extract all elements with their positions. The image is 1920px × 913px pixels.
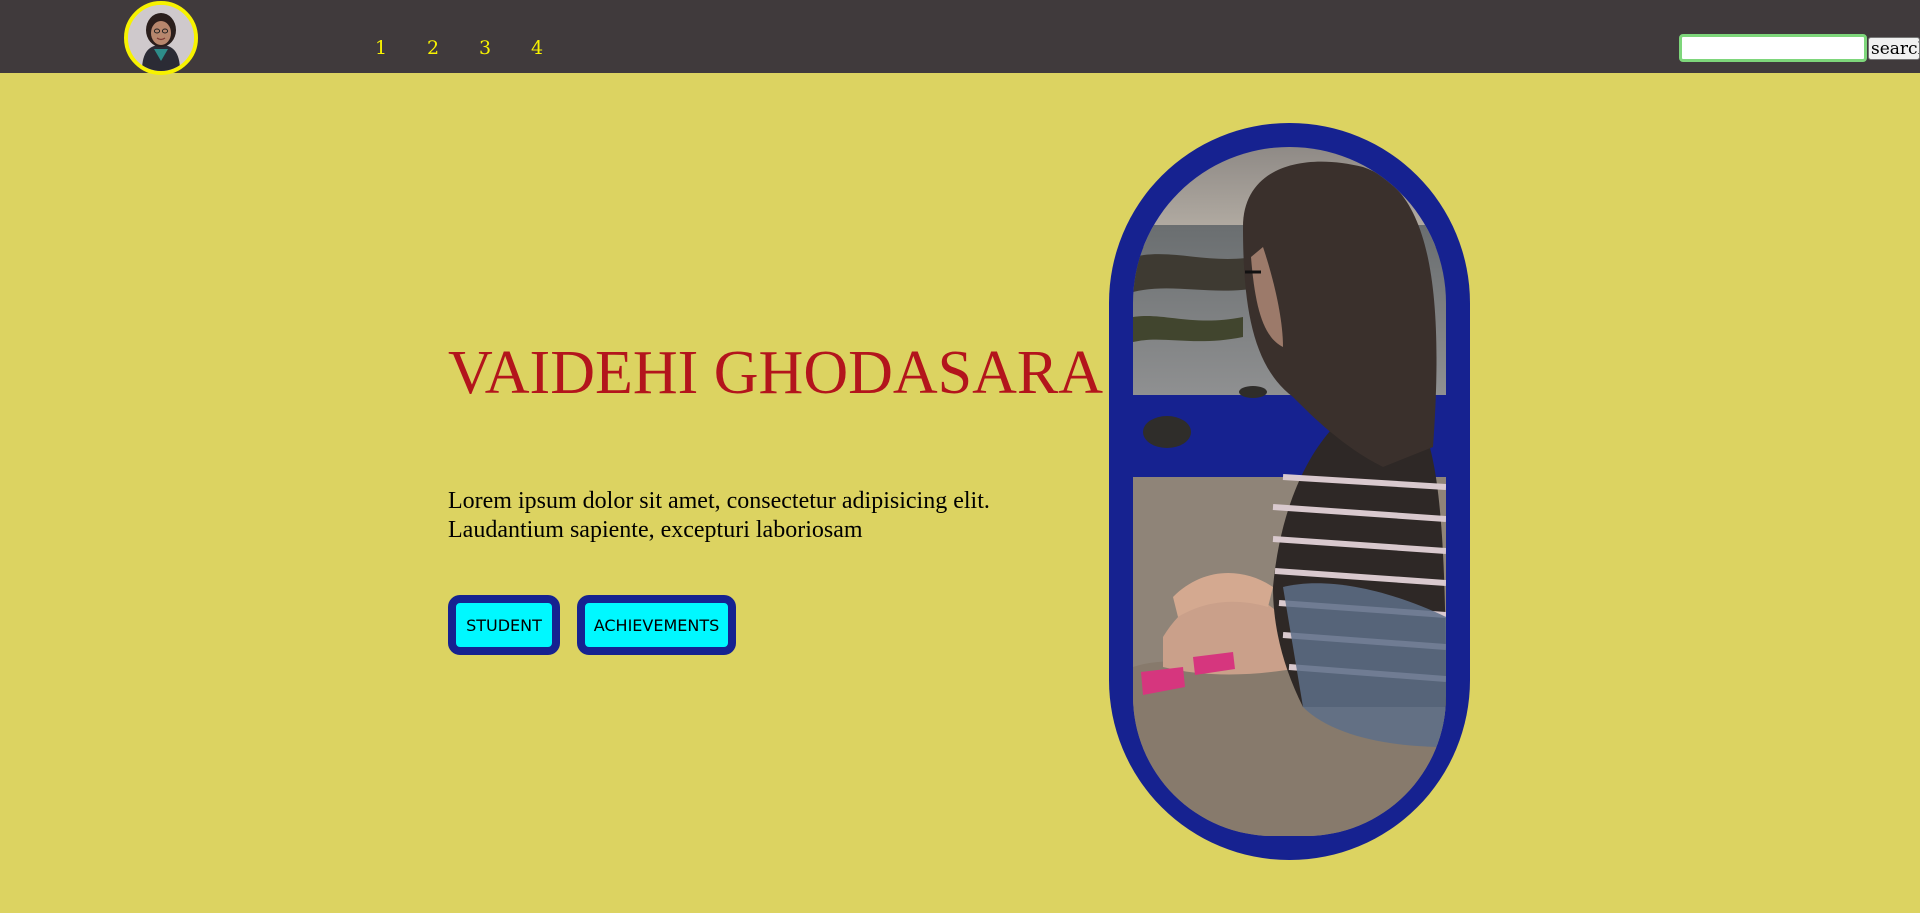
hero-title: VAIDEHI GHODASARA: [448, 339, 1104, 407]
student-button[interactable]: STUDENT: [448, 595, 560, 655]
achievements-button[interactable]: ACHIEVEMENTS: [577, 595, 736, 655]
nav-link-4[interactable]: 4: [511, 37, 563, 59]
navbar: 1 2 3 4 search: [0, 0, 1920, 75]
photo-image: [1133, 147, 1446, 836]
nav-link-1[interactable]: 1: [355, 37, 407, 59]
nav-link-3[interactable]: 3: [459, 37, 511, 59]
nav-links: 1 2 3 4: [355, 37, 563, 59]
hero-description: Lorem ipsum dolor sit amet, consectetur …: [448, 488, 990, 543]
hero-photo-frame: [1109, 123, 1470, 860]
search-button[interactable]: search: [1868, 37, 1920, 60]
search-input[interactable]: [1679, 34, 1867, 62]
avatar-image: [128, 5, 194, 71]
hero-photo: [1133, 147, 1446, 836]
logo-avatar[interactable]: [124, 1, 198, 75]
nav-link-2[interactable]: 2: [407, 37, 459, 59]
